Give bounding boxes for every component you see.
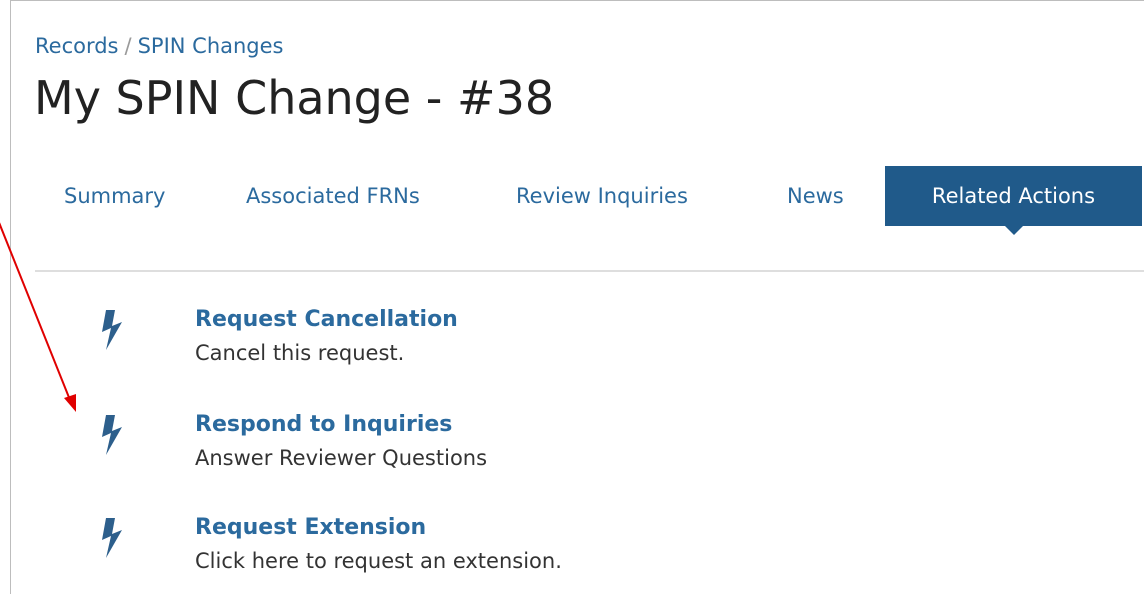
lightning-bolt-icon (102, 415, 122, 455)
tab-related-actions-label: Related Actions (931, 184, 1096, 208)
frame-left-border (10, 0, 11, 594)
page-title: My SPIN Change - #38 (34, 71, 555, 125)
tab-bar: Summary Associated FRNs Review Inquiries… (35, 166, 1144, 235)
lightning-bolt-icon (102, 310, 122, 350)
tab-news[interactable]: News (787, 166, 844, 226)
active-tab-caret (1004, 226, 1023, 235)
annotation-arrow-head (64, 394, 76, 412)
tab-summary[interactable]: Summary (64, 166, 165, 226)
breadcrumb: Records / SPIN Changes (35, 32, 284, 60)
breadcrumb-records-link[interactable]: Records (35, 34, 119, 58)
action-request-cancellation: Request Cancellation Cancel this request… (96, 305, 1136, 385)
action-respond-to-inquiries: Respond to Inquiries Answer Reviewer Que… (96, 410, 1136, 490)
request-cancellation-link[interactable]: Request Cancellation (195, 305, 458, 335)
respond-to-inquiries-description: Answer Reviewer Questions (195, 446, 488, 470)
respond-to-inquiries-link[interactable]: Respond to Inquiries (195, 410, 452, 440)
request-extension-description: Click here to request an extension. (195, 549, 562, 573)
request-extension-link[interactable]: Request Extension (195, 513, 426, 543)
lightning-bolt-icon (102, 518, 122, 558)
breadcrumb-separator: / (124, 34, 132, 58)
frame-top-border (10, 0, 1144, 1)
tab-review-inquiries[interactable]: Review Inquiries (516, 166, 688, 226)
tabs-divider (35, 270, 1144, 272)
breadcrumb-spin-changes-link[interactable]: SPIN Changes (138, 34, 284, 58)
action-request-extension: Request Extension Click here to request … (96, 513, 1136, 593)
tab-associated-frns[interactable]: Associated FRNs (246, 166, 420, 226)
request-cancellation-description: Cancel this request. (195, 341, 405, 365)
tab-related-actions[interactable]: Related Actions (885, 166, 1142, 235)
